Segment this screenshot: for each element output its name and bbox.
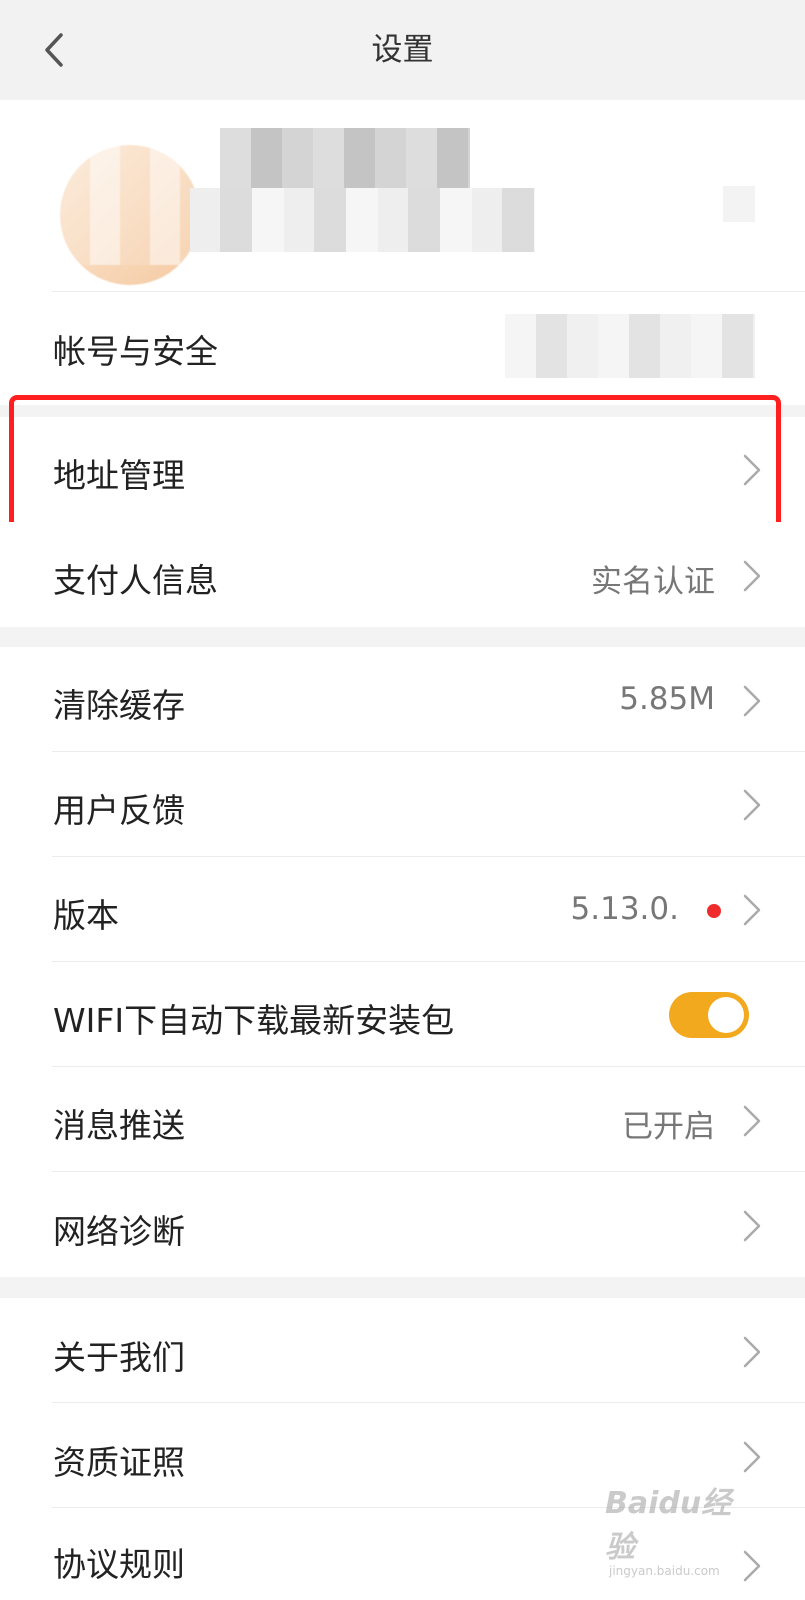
row-label: 帐号与安全 [53, 332, 218, 371]
chevron-right-icon [743, 685, 761, 717]
row-label: 清除缓存 [53, 686, 185, 725]
blurred-user-info [190, 188, 535, 252]
row-label: 用户反馈 [53, 791, 185, 830]
row-clear-cache[interactable]: 清除缓存 5.85M [0, 647, 805, 751]
row-value: 已开启 [622, 1109, 715, 1145]
chevron-right-icon [743, 560, 761, 592]
update-badge-dot [707, 904, 721, 918]
avatar [30, 125, 250, 285]
row-value: 实名认证 [591, 564, 715, 600]
row-payer-info[interactable]: 支付人信息 实名认证 [0, 522, 805, 627]
top-bar: 设置 [0, 0, 805, 100]
highlight-box [9, 395, 781, 529]
row-label: 关于我们 [53, 1338, 185, 1377]
row-value: 5.13.0. [570, 891, 679, 927]
row-label: 资质证照 [53, 1443, 185, 1482]
row-label: 版本 [53, 896, 119, 935]
watermark-brand: Baidu经验 [605, 1486, 732, 1565]
blurred-account-value [505, 314, 755, 378]
row-value: 5.85M [619, 681, 715, 717]
chevron-right-icon [743, 1210, 761, 1242]
row-about-us[interactable]: 关于我们 [0, 1298, 805, 1402]
chevron-right-icon [743, 894, 761, 926]
page-title: 设置 [371, 32, 434, 68]
watermark-url: jingyan.baidu.com [609, 1564, 720, 1578]
chevron-right-icon [743, 1441, 761, 1473]
row-user-feedback[interactable]: 用户反馈 [0, 752, 805, 856]
toggle-knob [708, 997, 744, 1033]
profile-card[interactable] [0, 100, 805, 292]
row-label: 消息推送 [53, 1106, 185, 1145]
chevron-right-icon [743, 789, 761, 821]
row-network-diagnosis[interactable]: 网络诊断 [0, 1172, 805, 1277]
wifi-download-toggle[interactable] [669, 992, 749, 1038]
blurred-indicator [723, 186, 755, 222]
row-message-push[interactable]: 消息推送 已开启 [0, 1067, 805, 1171]
section-gap [0, 1277, 805, 1298]
row-label: WIFI下自动下载最新安装包 [53, 1001, 455, 1040]
baidu-jingyan-watermark: Baidu经验 jingyan.baidu.com [605, 1478, 755, 1578]
chevron-right-icon [743, 1336, 761, 1368]
section-gap [0, 627, 805, 647]
row-label: 支付人信息 [53, 561, 218, 600]
chevron-right-icon [743, 1105, 761, 1137]
row-label: 网络诊断 [53, 1212, 185, 1251]
row-label: 协议规则 [53, 1545, 185, 1584]
row-version[interactable]: 版本 5.13.0. [0, 857, 805, 961]
blurred-username [220, 128, 470, 190]
